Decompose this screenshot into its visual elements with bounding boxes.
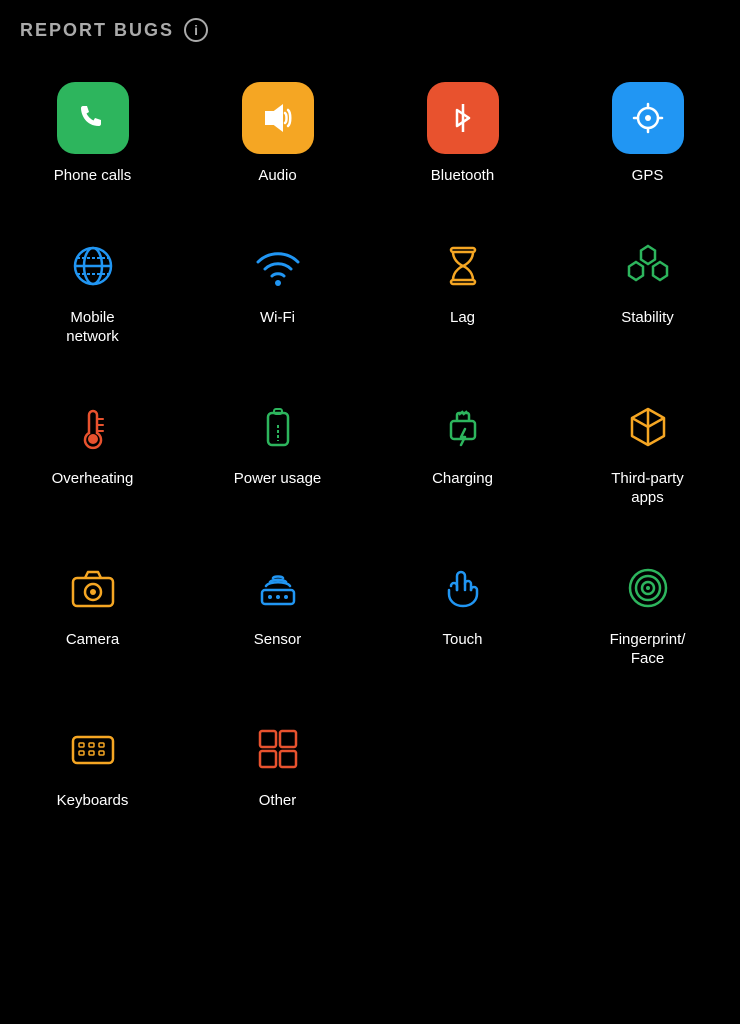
camera-icon — [67, 562, 119, 614]
grid-item-lag[interactable]: Lag — [370, 216, 555, 377]
phone-icon — [73, 98, 113, 138]
touch-label: Touch — [442, 630, 482, 650]
bluetooth-icon — [443, 98, 483, 138]
mobile-network-label: Mobilenetwork — [66, 308, 119, 347]
fingerprint-label: Fingerprint/Face — [610, 630, 686, 669]
grid-item-audio[interactable]: Audio — [185, 62, 370, 216]
stability-icon-box — [618, 236, 678, 296]
other-icon — [252, 723, 304, 775]
lag-label: Lag — [450, 308, 475, 328]
wifi-label: Wi-Fi — [260, 308, 295, 328]
grid-item-sensor[interactable]: Sensor — [185, 538, 370, 699]
keyboards-icon-box — [63, 719, 123, 779]
mobile-network-icon — [63, 236, 123, 296]
bluetooth-label: Bluetooth — [431, 166, 494, 186]
keyboards-label: Keyboards — [57, 791, 129, 811]
camera-label: Camera — [66, 630, 119, 650]
grid-item-bluetooth[interactable]: Bluetooth — [370, 62, 555, 216]
fingerprint-icon — [622, 562, 674, 614]
overheating-icon-box — [63, 397, 123, 457]
grid-item-third-party-apps[interactable]: Third-partyapps — [555, 377, 740, 538]
wifi-icon — [252, 240, 304, 292]
touch-icon — [437, 562, 489, 614]
hourglass-icon — [437, 240, 489, 292]
grid-item-touch[interactable]: Touch — [370, 538, 555, 699]
lag-icon-box — [433, 236, 493, 296]
touch-icon-box — [433, 558, 493, 618]
overheating-label: Overheating — [52, 469, 134, 489]
other-label: Other — [259, 791, 297, 811]
charging-icon-box — [433, 397, 493, 457]
audio-label: Audio — [258, 166, 296, 186]
grid-item-mobile-network[interactable]: Mobilenetwork — [0, 216, 185, 377]
page-title: REPORT BUGS — [20, 20, 174, 41]
fingerprint-icon-box — [618, 558, 678, 618]
grid-item-other[interactable]: Other — [185, 699, 370, 841]
thermometer-icon — [67, 401, 119, 453]
phone-calls-icon-box — [57, 82, 129, 154]
stability-label: Stability — [621, 308, 674, 328]
grid-item-charging[interactable]: Charging — [370, 377, 555, 538]
header: REPORT BUGS i — [0, 0, 740, 52]
bug-category-grid: Phone calls Audio Bluetooth — [0, 52, 740, 850]
power-usage-label: Power usage — [234, 469, 322, 489]
wifi-icon-box — [248, 236, 308, 296]
charging-label: Charging — [432, 469, 493, 489]
grid-item-stability[interactable]: Stability — [555, 216, 740, 377]
info-icon[interactable]: i — [184, 18, 208, 42]
power-usage-icon-box — [248, 397, 308, 457]
phone-calls-label: Phone calls — [54, 166, 132, 186]
battery-icon — [252, 401, 304, 453]
charging-icon — [437, 401, 489, 453]
other-icon-box — [248, 719, 308, 779]
gps-label: GPS — [632, 166, 664, 186]
audio-icon — [258, 98, 298, 138]
grid-item-power-usage[interactable]: Power usage — [185, 377, 370, 538]
sensor-icon-box — [248, 558, 308, 618]
grid-item-camera[interactable]: Camera — [0, 538, 185, 699]
grid-item-overheating[interactable]: Overheating — [0, 377, 185, 538]
audio-icon-box — [242, 82, 314, 154]
hexagons-icon — [622, 240, 674, 292]
sensor-label: Sensor — [254, 630, 302, 650]
keyboard-icon — [67, 723, 119, 775]
grid-item-fingerprint[interactable]: Fingerprint/Face — [555, 538, 740, 699]
bluetooth-icon-box — [427, 82, 499, 154]
box3d-icon — [622, 401, 674, 453]
sensor-icon — [252, 562, 304, 614]
third-party-apps-label: Third-partyapps — [611, 469, 684, 508]
gps-icon-box — [612, 82, 684, 154]
grid-item-wifi[interactable]: Wi-Fi — [185, 216, 370, 377]
camera-icon-box — [63, 558, 123, 618]
grid-item-phone-calls[interactable]: Phone calls — [0, 62, 185, 216]
third-party-apps-icon-box — [618, 397, 678, 457]
globe-icon — [67, 240, 119, 292]
grid-item-gps[interactable]: GPS — [555, 62, 740, 216]
grid-item-keyboards[interactable]: Keyboards — [0, 699, 185, 841]
gps-icon — [628, 98, 668, 138]
